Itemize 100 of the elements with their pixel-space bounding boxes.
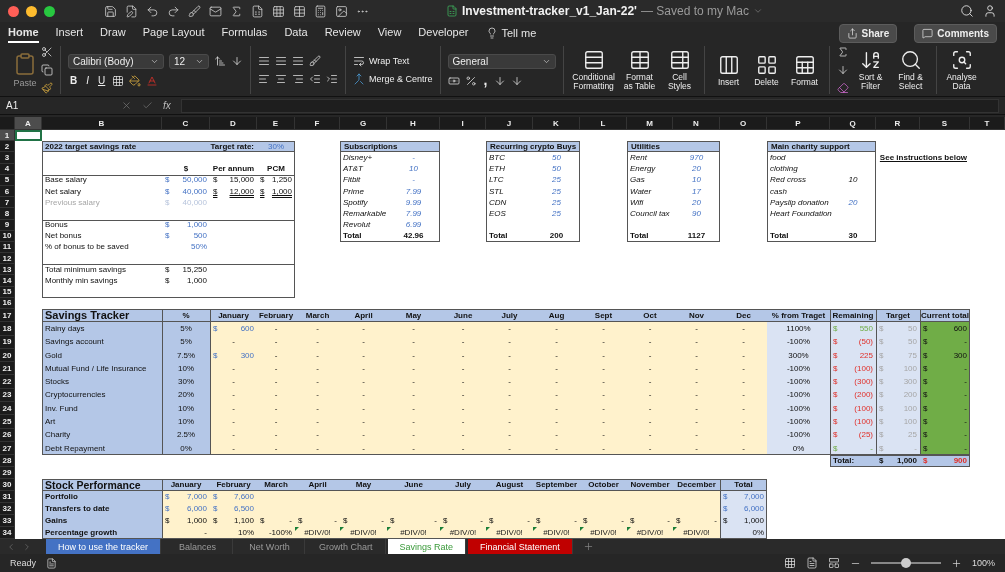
sigma-icon[interactable] xyxy=(230,4,243,18)
minimize-button[interactable] xyxy=(26,5,37,17)
search-icon[interactable] xyxy=(960,4,974,18)
column-header[interactable]: M xyxy=(627,117,673,130)
insert-button[interactable]: Insert xyxy=(711,53,746,87)
row-header[interactable]: 9 xyxy=(0,219,15,231)
font-select[interactable]: Calibri (Body) xyxy=(68,53,164,69)
grid-icon[interactable] xyxy=(272,4,285,18)
ribbon-tab[interactable]: Page Layout xyxy=(142,23,205,43)
font-color-icon[interactable] xyxy=(146,74,159,87)
ribbon-tab[interactable]: Formulas xyxy=(221,23,268,43)
formula-input[interactable] xyxy=(180,98,999,113)
format-button[interactable]: B xyxy=(68,75,80,86)
percent-icon[interactable] xyxy=(464,74,477,87)
ribbon-tab[interactable]: Draw xyxy=(100,23,126,43)
row-header[interactable]: 24 xyxy=(0,402,15,416)
ribbon-tab[interactable]: View xyxy=(377,23,402,43)
font-size-select[interactable]: 12 xyxy=(169,53,209,69)
column-header[interactable]: H xyxy=(387,117,440,130)
selected-cell[interactable] xyxy=(15,130,42,142)
table-icon[interactable] xyxy=(293,4,306,18)
sort-filter-button[interactable]: Sort & Filter xyxy=(852,49,889,91)
row-header[interactable]: 8 xyxy=(0,208,15,220)
analyse-data-button[interactable]: Analyse Data xyxy=(943,49,980,91)
align-right-icon[interactable] xyxy=(292,73,304,85)
column-header[interactable]: J xyxy=(486,117,533,130)
column-header[interactable]: G xyxy=(340,117,387,130)
ribbon-tab[interactable]: Developer xyxy=(418,23,469,43)
paste-button[interactable]: Paste xyxy=(13,52,37,88)
column-header[interactable]: A xyxy=(15,117,42,130)
redo-icon[interactable] xyxy=(167,4,180,18)
format-button[interactable]: U xyxy=(96,75,108,86)
zoom-in-icon[interactable] xyxy=(950,557,962,569)
decrease-indent-icon[interactable] xyxy=(309,73,321,85)
align-left-icon[interactable] xyxy=(258,73,270,85)
check-icon[interactable] xyxy=(142,100,153,111)
row-header[interactable]: 28 xyxy=(0,455,15,468)
close-button[interactable] xyxy=(8,5,19,17)
spreadsheet-icon[interactable] xyxy=(251,4,264,18)
row-header[interactable]: 13 xyxy=(0,264,15,276)
row-header[interactable]: 15 xyxy=(0,286,15,298)
row-header[interactable]: 10 xyxy=(0,230,15,242)
column-header[interactable]: T xyxy=(970,117,1005,130)
comments-button[interactable]: Comments xyxy=(914,23,997,43)
image-icon[interactable] xyxy=(335,4,348,18)
row-header[interactable]: 14 xyxy=(0,275,15,287)
zoom-button[interactable] xyxy=(44,5,55,17)
normal-view-icon[interactable] xyxy=(783,557,796,569)
calculator-icon[interactable] xyxy=(314,4,327,18)
format-button[interactable]: Format xyxy=(787,53,822,87)
sheet-tab[interactable]: How to use the tracker xyxy=(46,539,162,554)
row-header[interactable]: 32 xyxy=(0,503,15,516)
column-header[interactable]: S xyxy=(920,117,970,130)
borders-icon[interactable] xyxy=(112,74,125,87)
column-header[interactable]: F xyxy=(295,117,340,130)
row-header[interactable]: 2 xyxy=(0,141,15,153)
column-header[interactable]: R xyxy=(876,117,920,130)
format-painter-icon[interactable] xyxy=(41,82,53,94)
format-button[interactable]: I xyxy=(84,75,91,86)
comma-style-button[interactable]: , xyxy=(481,74,490,87)
file-edit-icon[interactable] xyxy=(125,4,138,18)
delete-button[interactable]: Delete xyxy=(749,53,784,87)
sheet-tab[interactable]: Savings Rate xyxy=(387,539,467,554)
zoom-thumb[interactable] xyxy=(900,558,911,568)
row-header[interactable]: 21 xyxy=(0,362,15,376)
save-icon[interactable] xyxy=(104,4,117,18)
row-header[interactable]: 29 xyxy=(0,467,15,480)
cell-styles-button[interactable]: Cell Styles xyxy=(662,49,697,91)
ribbon-tab[interactable]: Insert xyxy=(55,23,84,43)
row-header[interactable]: 25 xyxy=(0,415,15,429)
conditional-formatting-button[interactable]: Conditional Formatting xyxy=(570,49,617,91)
copy-icon[interactable] xyxy=(41,64,53,76)
autosum-icon[interactable] xyxy=(836,46,849,58)
column-header[interactable]: D xyxy=(210,117,257,130)
eraser-icon[interactable] xyxy=(836,82,849,94)
column-header[interactable]: L xyxy=(580,117,627,130)
number-format-select[interactable]: General xyxy=(447,53,556,69)
undo-icon[interactable] xyxy=(146,4,159,18)
ribbon-tab[interactable]: Data xyxy=(284,23,308,43)
row-header[interactable]: 18 xyxy=(0,322,15,336)
share-button[interactable]: Share xyxy=(838,23,898,43)
row-header[interactable]: 1 xyxy=(0,130,15,142)
row-header[interactable]: 12 xyxy=(0,253,15,265)
mail-icon[interactable] xyxy=(209,4,222,18)
tell-me-button[interactable]: Tell me xyxy=(485,27,537,39)
cut-icon[interactable] xyxy=(41,46,53,58)
row-header[interactable]: 17 xyxy=(0,309,15,323)
fill-down-icon[interactable] xyxy=(836,64,849,76)
column-header[interactable]: N xyxy=(673,117,720,130)
row-header[interactable]: 5 xyxy=(0,174,15,186)
row-header[interactable]: 4 xyxy=(0,163,15,175)
column-header[interactable]: C xyxy=(162,117,210,130)
row-header[interactable]: 3 xyxy=(0,152,15,164)
column-header[interactable]: E xyxy=(257,117,295,130)
increase-indent-icon[interactable] xyxy=(326,73,338,85)
wrap-text-button[interactable]: Wrap Text xyxy=(353,55,410,67)
function-label[interactable]: fx xyxy=(163,100,171,111)
merge-centre-button[interactable]: Merge & Centre xyxy=(353,73,433,85)
fill-color-icon[interactable] xyxy=(129,74,142,87)
column-header[interactable]: P xyxy=(767,117,830,130)
